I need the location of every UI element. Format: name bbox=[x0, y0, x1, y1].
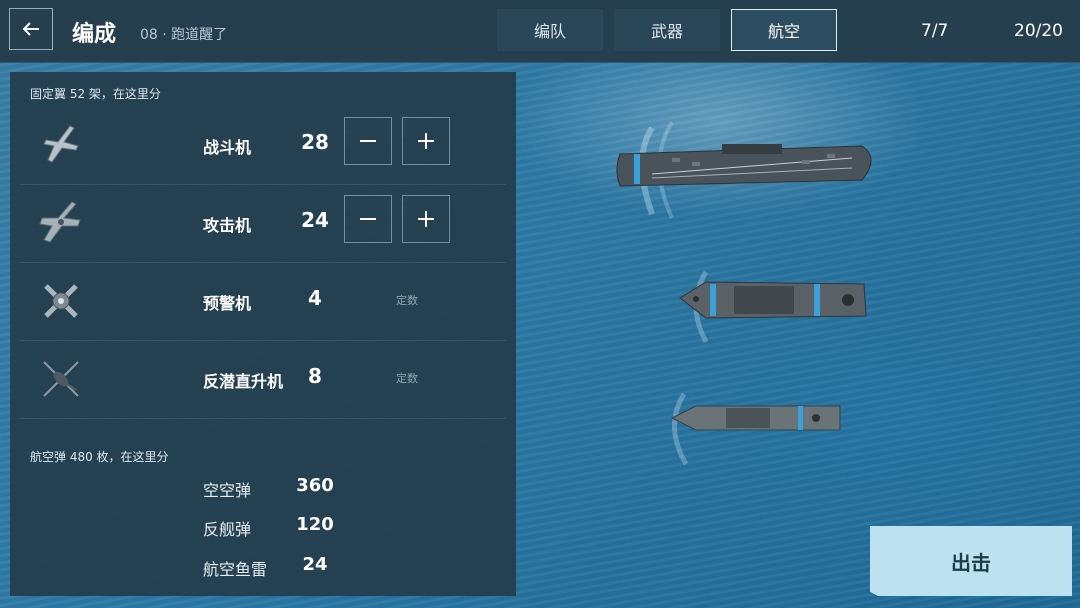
aircraft-section-label: 固定翼 52 架，在这里分 bbox=[30, 87, 161, 101]
top-bar: 编成 08 · 跑道醒了 编队 武器 航空 7/7 20/20 bbox=[0, 0, 1080, 63]
fixed-count-label: 定数 bbox=[396, 294, 418, 307]
arrow-left-icon bbox=[22, 22, 39, 36]
increase-button[interactable] bbox=[402, 117, 450, 165]
minus-icon bbox=[360, 140, 376, 142]
munition-value: 120 bbox=[296, 514, 334, 535]
aircraft-name: 战斗机 bbox=[203, 138, 252, 157]
minus-icon bbox=[360, 218, 376, 220]
increase-button[interactable] bbox=[402, 195, 450, 243]
awacs-plane-icon bbox=[44, 284, 78, 318]
aircraft-count: 8 bbox=[308, 364, 322, 388]
tab-aviation[interactable]: 航空 bbox=[731, 9, 837, 51]
fighter-jet-icon bbox=[43, 125, 79, 163]
aircraft-name: 攻击机 bbox=[203, 216, 252, 235]
munition-name: 反舰弹 bbox=[203, 520, 252, 539]
sortie-button[interactable]: 出击 bbox=[870, 526, 1072, 596]
aircraft-count: 28 bbox=[301, 130, 329, 154]
munition-name: 空空弹 bbox=[203, 481, 252, 500]
tab-formation[interactable]: 编队 bbox=[497, 9, 603, 51]
plus-icon bbox=[418, 211, 434, 227]
aircraft-name: 反潜直升机 bbox=[203, 372, 284, 391]
plus-icon bbox=[418, 133, 434, 149]
munition-value: 24 bbox=[302, 554, 328, 575]
decrease-button[interactable] bbox=[344, 117, 392, 165]
page-title: 编成 bbox=[72, 22, 117, 47]
aircraft-row-fighter: 战斗机 28 bbox=[20, 106, 506, 185]
aviation-panel: 固定翼 52 架，在这里分 战斗机 28 攻击机 24 预警机 4 定数 反潜直… bbox=[10, 72, 516, 596]
ship-counter: 7/7 bbox=[921, 21, 949, 41]
helicopter-icon bbox=[43, 361, 79, 397]
aircraft-row-awacs: 预警机 4 定数 bbox=[20, 262, 506, 341]
page-subtitle: 08 · 跑道醒了 bbox=[140, 27, 228, 43]
aircraft-count: 24 bbox=[301, 208, 329, 232]
munition-value: 360 bbox=[296, 475, 334, 496]
slot-counter: 20/20 bbox=[1014, 21, 1063, 41]
tab-weapons[interactable]: 武器 bbox=[614, 9, 720, 51]
fixed-count-label: 定数 bbox=[396, 372, 418, 385]
aircraft-count: 4 bbox=[308, 286, 322, 310]
attack-jet-icon bbox=[39, 201, 81, 243]
decrease-button[interactable] bbox=[344, 195, 392, 243]
frigate[interactable] bbox=[656, 388, 846, 468]
munitions-section-label: 航空弹 480 枚，在这里分 bbox=[30, 450, 169, 464]
munition-name: 航空鱼雷 bbox=[203, 560, 268, 579]
back-button[interactable] bbox=[9, 8, 53, 50]
destroyer[interactable] bbox=[676, 266, 872, 346]
aircraft-name: 预警机 bbox=[203, 294, 252, 313]
aircraft-row-helicopter: 反潜直升机 8 定数 bbox=[20, 340, 506, 419]
aircraft-row-attacker: 攻击机 24 bbox=[20, 184, 506, 263]
aircraft-carrier[interactable] bbox=[612, 118, 888, 222]
